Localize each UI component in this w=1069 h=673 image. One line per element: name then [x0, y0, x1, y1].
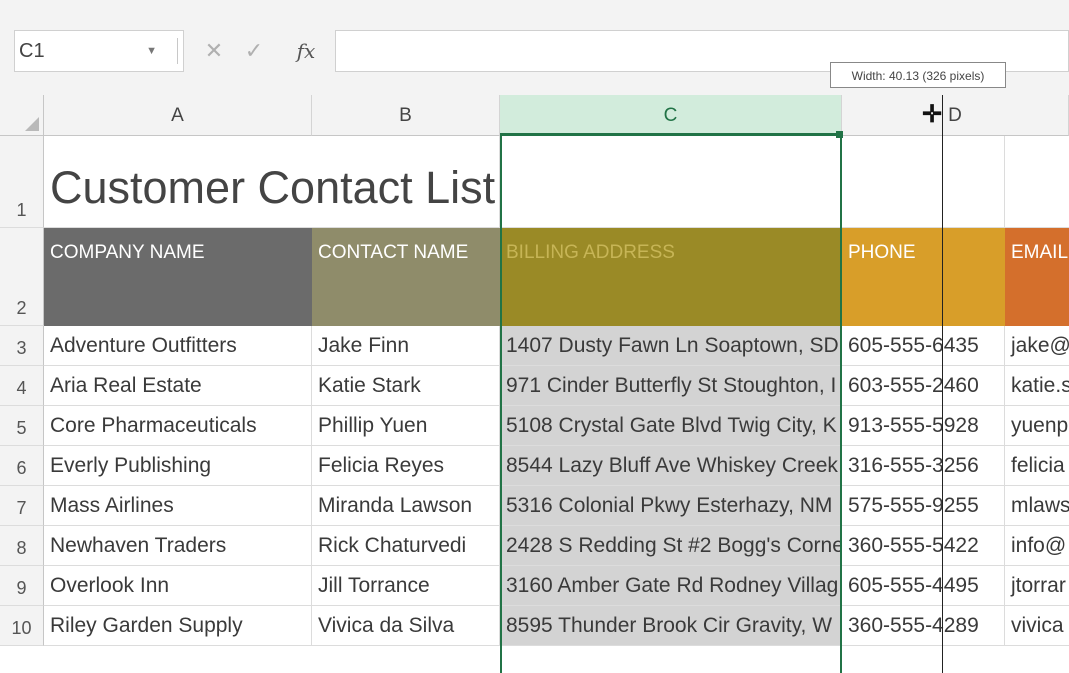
table-cell[interactable]: Riley Garden Supply	[44, 606, 312, 646]
table-cell[interactable]: Everly Publishing	[44, 446, 312, 486]
table-cell[interactable]: 8595 Thunder Brook Cir Gravity, W	[500, 606, 842, 646]
table-cell[interactable]: Miranda Lawson	[312, 486, 500, 526]
row-header-2[interactable]: 2	[0, 228, 44, 326]
table-cell[interactable]: mlaws	[1005, 486, 1069, 526]
row-number: 6	[16, 458, 27, 478]
table-cell[interactable]: Core Pharmaceuticals	[44, 406, 312, 446]
column-header-c[interactable]: C	[500, 95, 842, 136]
fill-handle[interactable]	[836, 131, 843, 138]
table-cell[interactable]: vivica	[1005, 606, 1069, 646]
table-cell[interactable]: Mass Airlines	[44, 486, 312, 526]
formula-bar-divider	[177, 38, 178, 64]
table-cell[interactable]: Newhaven Traders	[44, 526, 312, 566]
table-cell[interactable]: Adventure Outfitters	[44, 326, 312, 366]
table-cell[interactable]: 5108 Crystal Gate Blvd Twig City, K	[500, 406, 842, 446]
select-all-corner[interactable]	[0, 95, 44, 136]
cell-r1-c5[interactable]	[1005, 136, 1069, 228]
row-number: 2	[16, 298, 27, 318]
table-cell[interactable]: jake@	[1005, 326, 1069, 366]
table-cell[interactable]: 8544 Lazy Bluff Ave Whiskey Creek	[500, 446, 842, 486]
row-number: 4	[16, 378, 27, 398]
table-cell[interactable]: 1407 Dusty Fawn Ln Soaptown, SD	[500, 326, 842, 366]
row-number: 3	[16, 338, 27, 358]
table-cell[interactable]: 605-555-4495	[842, 566, 1005, 606]
column-header-d[interactable]: D	[842, 95, 1069, 136]
table-cell[interactable]: Aria Real Estate	[44, 366, 312, 406]
table-cell[interactable]: 605-555-6435	[842, 326, 1005, 366]
table-cell[interactable]: Katie Stark	[312, 366, 500, 406]
sheet-title[interactable]: Customer Contact List	[44, 136, 510, 228]
row-number: 8	[16, 538, 27, 558]
table-cell[interactable]: Phillip Yuen	[312, 406, 500, 446]
row-header-3[interactable]: 3	[0, 326, 44, 366]
row-number: 5	[16, 418, 27, 438]
table-cell[interactable]: Jake Finn	[312, 326, 500, 366]
row-header-9[interactable]: 9	[0, 566, 44, 606]
row-header-1[interactable]: 1	[0, 136, 44, 228]
column-resize-cursor-icon: ✛	[922, 101, 943, 128]
row-number: 9	[16, 578, 27, 598]
row-number: 1	[16, 200, 27, 220]
table-cell[interactable]: 603-555-2460	[842, 366, 1005, 406]
column-header-a[interactable]: A	[44, 95, 312, 136]
column-width-tooltip: Width: 40.13 (326 pixels)	[830, 62, 1006, 88]
cell-r1-c3[interactable]	[500, 136, 842, 228]
row-header-6[interactable]: 6	[0, 446, 44, 486]
cell-r1-c4[interactable]	[842, 136, 1005, 228]
table-cell[interactable]: Rick Chaturvedi	[312, 526, 500, 566]
cancel-icon[interactable]: ✕	[198, 30, 230, 72]
table-cell[interactable]: Jill Torrance	[312, 566, 500, 606]
table-cell[interactable]: 2428 S Redding St #2 Bogg's Corne	[500, 526, 842, 566]
column-resize-guide	[942, 95, 943, 673]
row-header-10[interactable]: 10	[0, 606, 44, 646]
row-header-8[interactable]: 8	[0, 526, 44, 566]
table-header-cell[interactable]: EMAIL	[1005, 228, 1069, 326]
name-box-value: C1	[19, 40, 45, 62]
table-header-cell[interactable]: BILLING ADDRESS	[500, 228, 842, 326]
row-header-4[interactable]: 4	[0, 366, 44, 406]
worksheet-grid: ABCD 1 2 3 4 5 6 7 8 9 10 COMPANY NAME CONTACT NAM…	[0, 95, 1069, 673]
table-cell[interactable]: 316-555-3256	[842, 446, 1005, 486]
row-header-5[interactable]: 5	[0, 406, 44, 446]
table-cell[interactable]: 5316 Colonial Pkwy Esterhazy, NM	[500, 486, 842, 526]
row-number: 10	[11, 618, 32, 638]
table-cell[interactable]: info@	[1005, 526, 1069, 566]
row-number: 7	[16, 498, 27, 518]
table-header-cell[interactable]: PHONE	[842, 228, 1005, 326]
table-cell[interactable]: katie.s	[1005, 366, 1069, 406]
table-cell[interactable]: 3160 Amber Gate Rd Rodney Villag	[500, 566, 842, 606]
table-cell[interactable]: 360-555-4289	[842, 606, 1005, 646]
table-header-cell[interactable]: CONTACT NAME	[312, 228, 500, 326]
column-header-b[interactable]: B	[312, 95, 500, 136]
name-box[interactable]: C1 ▼	[14, 30, 184, 72]
table-cell[interactable]: Overlook Inn	[44, 566, 312, 606]
table-header-cell[interactable]: COMPANY NAME	[44, 228, 312, 326]
table-cell[interactable]: yuenp	[1005, 406, 1069, 446]
row-header-7[interactable]: 7	[0, 486, 44, 526]
table-cell[interactable]: 913-555-5928	[842, 406, 1005, 446]
enter-icon[interactable]: ✓	[238, 30, 270, 72]
table-cell[interactable]: felicia	[1005, 446, 1069, 486]
table-cell[interactable]: 971 Cinder Butterfly St Stoughton, I	[500, 366, 842, 406]
table-cell[interactable]: Felicia Reyes	[312, 446, 500, 486]
table-cell[interactable]: jtorrar	[1005, 566, 1069, 606]
table-cell[interactable]: Vivica da Silva	[312, 606, 500, 646]
table-cell[interactable]: 360-555-5422	[842, 526, 1005, 566]
insert-function-icon[interactable]: fx	[290, 30, 322, 72]
chevron-down-icon[interactable]: ▼	[146, 31, 157, 71]
table-cell[interactable]: 575-555-9255	[842, 486, 1005, 526]
select-all-icon	[25, 117, 39, 131]
